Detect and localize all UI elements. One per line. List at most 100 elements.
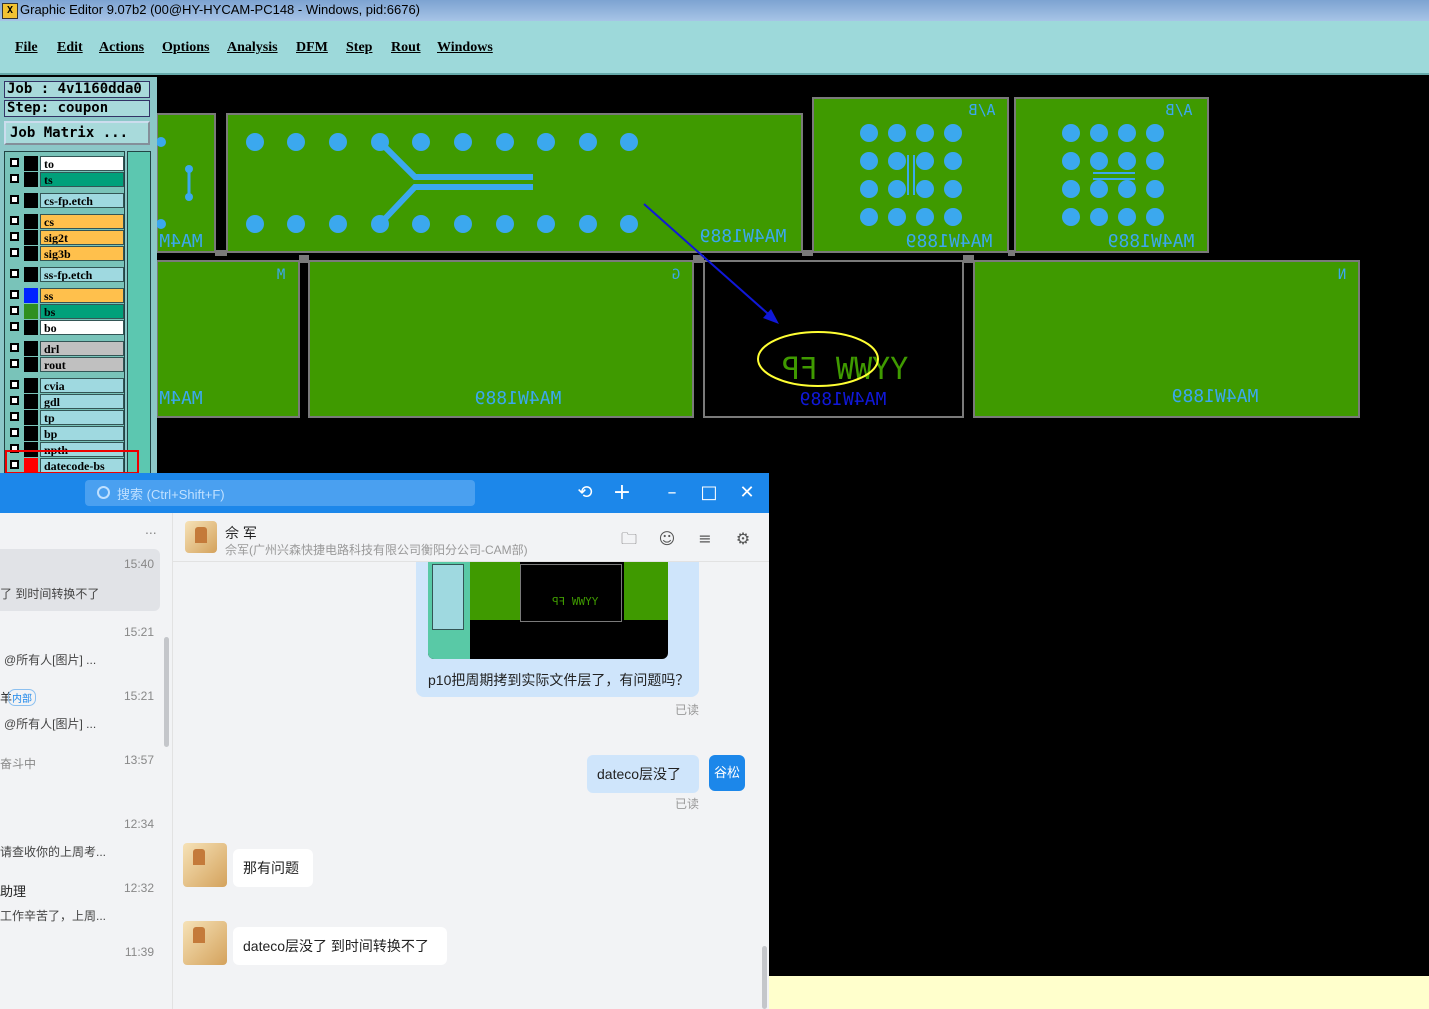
layer-checkbox[interactable] — [10, 359, 19, 368]
message-bubble[interactable]: dateco层没了 到时间转换不了 — [233, 927, 447, 965]
more-icon[interactable]: ... — [145, 521, 157, 537]
layer-row-bp[interactable]: bp — [8, 426, 124, 441]
conversation-item[interactable]: 助理 12:32 工作辛苦了，上周... — [0, 869, 160, 931]
conversation-item[interactable]: 15:40 了 到时间转换不了 — [0, 549, 160, 611]
layer-row-ss-fp.etch[interactable]: ss-fp.etch — [8, 267, 124, 282]
folder-icon[interactable]: 🗀 — [619, 529, 639, 549]
layer-name[interactable]: to — [40, 156, 124, 171]
layer-checkbox[interactable] — [10, 174, 19, 183]
layer-scrollbar[interactable] — [127, 151, 151, 477]
layer-name[interactable]: bp — [40, 426, 124, 441]
layer-row-bs[interactable]: bs — [8, 304, 124, 319]
layer-checkbox[interactable] — [10, 248, 19, 257]
conversation-item[interactable]: 羊 内部 15:21 @所有人[图片] ... — [0, 677, 160, 739]
layer-color-swatch[interactable] — [24, 320, 38, 335]
layer-color-swatch[interactable] — [24, 426, 38, 441]
conversation-item[interactable]: 15:21 @所有人[图片] ... — [0, 613, 160, 675]
layer-color-swatch[interactable] — [24, 214, 38, 229]
layer-name[interactable]: sig3b — [40, 246, 124, 261]
layer-row-gdl[interactable]: gdl — [8, 394, 124, 409]
self-avatar[interactable]: 谷松 — [709, 755, 745, 791]
message-bubble[interactable]: 那有问题 — [233, 849, 313, 887]
close-icon[interactable]: ✕ — [737, 483, 757, 503]
layer-color-swatch[interactable] — [24, 394, 38, 409]
menu-options[interactable]: Options — [162, 40, 209, 56]
menu-step[interactable]: Step — [346, 40, 372, 56]
search-history-icon[interactable]: ≡ — [695, 529, 715, 549]
layer-name[interactable]: bo — [40, 320, 124, 335]
layer-color-swatch[interactable] — [24, 193, 38, 208]
conversation-item[interactable]: 13:57 奋斗中 — [0, 741, 160, 803]
layer-checkbox[interactable] — [10, 269, 19, 278]
canvas-empty-area[interactable] — [769, 476, 1429, 976]
layer-name[interactable]: gdl — [40, 394, 124, 409]
layer-checkbox[interactable] — [10, 290, 19, 299]
layer-row-sig2t[interactable]: sig2t — [8, 230, 124, 245]
layer-row-to[interactable]: to — [8, 156, 124, 171]
layer-name[interactable]: drl — [40, 341, 124, 356]
layer-checkbox[interactable] — [10, 216, 19, 225]
settings-icon[interactable]: ⚙ — [733, 529, 753, 549]
add-icon[interactable]: + — [612, 482, 632, 504]
chat-scrollbar[interactable] — [762, 946, 767, 1009]
layer-name[interactable]: ts — [40, 172, 124, 187]
layer-color-swatch[interactable] — [24, 288, 38, 303]
minimize-icon[interactable]: – — [662, 483, 682, 503]
layer-name[interactable]: tp — [40, 410, 124, 425]
layer-row-tp[interactable]: tp — [8, 410, 124, 425]
layer-name[interactable]: cs — [40, 214, 124, 229]
layer-color-swatch[interactable] — [24, 267, 38, 282]
layer-color-swatch[interactable] — [24, 156, 38, 171]
layer-color-swatch[interactable] — [24, 246, 38, 261]
layer-row-cs-fp.etch[interactable]: cs-fp.etch — [8, 193, 124, 208]
search-input[interactable]: 搜索 (Ctrl+Shift+F) — [85, 480, 475, 506]
maximize-icon[interactable]: □ — [699, 483, 719, 503]
message-bubble[interactable]: dateco层没了 — [587, 755, 699, 793]
message-image[interactable]: YYWW FP — [428, 562, 668, 659]
graphic-canvas[interactable]: MA4W1889 MA4W1889 MA4W1889 MA4W1889 MA4W1889… — [156, 77, 1429, 476]
layer-checkbox[interactable] — [10, 158, 19, 167]
layer-checkbox[interactable] — [10, 380, 19, 389]
layer-checkbox[interactable] — [10, 232, 19, 241]
layer-color-swatch[interactable] — [24, 230, 38, 245]
history-icon[interactable]: ⟲ — [575, 483, 595, 503]
layer-row-cvia[interactable]: cvia — [8, 378, 124, 393]
layer-row-ss[interactable]: ss — [8, 288, 124, 303]
layer-row-ts[interactable]: ts — [8, 172, 124, 187]
menu-edit[interactable]: Edit — [57, 40, 83, 56]
layer-name[interactable]: cs-fp.etch — [40, 193, 124, 208]
menu-windows[interactable]: Windows — [437, 40, 493, 56]
layer-checkbox[interactable] — [10, 195, 19, 204]
layer-color-swatch[interactable] — [24, 410, 38, 425]
menu-analysis[interactable]: Analysis — [227, 40, 278, 56]
sender-avatar[interactable] — [183, 843, 227, 887]
layer-color-swatch[interactable] — [24, 357, 38, 372]
layer-name[interactable]: ss-fp.etch — [40, 267, 124, 282]
conversation-scrollbar[interactable] — [164, 637, 169, 747]
layer-row-sig3b[interactable]: sig3b — [8, 246, 124, 261]
layer-name[interactable]: ss — [40, 288, 124, 303]
layer-row-rout[interactable]: rout — [8, 357, 124, 372]
layer-name[interactable]: sig2t — [40, 230, 124, 245]
layer-checkbox[interactable] — [10, 322, 19, 331]
layer-checkbox[interactable] — [10, 412, 19, 421]
layer-checkbox[interactable] — [10, 428, 19, 437]
layer-name[interactable]: cvia — [40, 378, 124, 393]
layer-color-swatch[interactable] — [24, 378, 38, 393]
job-matrix-button[interactable]: Job Matrix ... — [4, 121, 150, 145]
layer-name[interactable]: bs — [40, 304, 124, 319]
layer-checkbox[interactable] — [10, 306, 19, 315]
layer-checkbox[interactable] — [10, 343, 19, 352]
menu-dfm[interactable]: DFM — [296, 40, 328, 56]
add-person-icon[interactable]: ☺ — [657, 529, 677, 549]
menu-actions[interactable]: Actions — [99, 40, 144, 56]
layer-name[interactable]: rout — [40, 357, 124, 372]
layer-checkbox[interactable] — [10, 396, 19, 405]
layer-color-swatch[interactable] — [24, 341, 38, 356]
conversation-item[interactable]: 11:39 — [0, 933, 160, 995]
menu-file[interactable]: File — [15, 40, 38, 56]
layer-color-swatch[interactable] — [24, 172, 38, 187]
layer-row-cs[interactable]: cs — [8, 214, 124, 229]
layer-row-bo[interactable]: bo — [8, 320, 124, 335]
sender-avatar[interactable] — [183, 921, 227, 965]
